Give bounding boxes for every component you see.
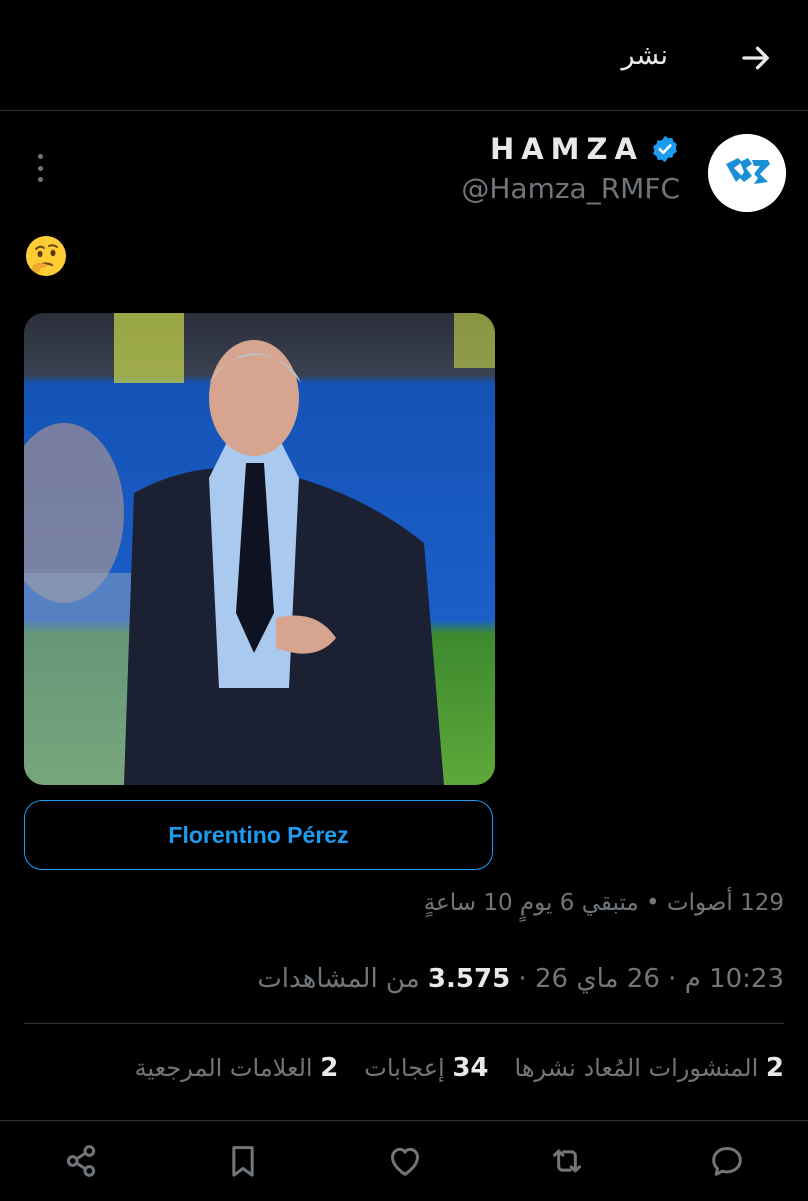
timestamp-row: 10:23 م · 26 ماي 26 · 3.575 من المشاهدات: [257, 964, 784, 994]
poll-option[interactable]: Florentino Pérez: [24, 800, 493, 870]
bookmark-icon: [232, 1146, 254, 1177]
bookmarks-count: 2: [320, 1053, 339, 1083]
top-bar: نشر: [0, 0, 808, 111]
back-button[interactable]: [732, 34, 780, 82]
thinking-face-emoji: [24, 234, 68, 278]
reposts-count: 2: [765, 1053, 784, 1083]
like-icon: [391, 1147, 419, 1176]
engagement-stats: 2 المنشورات المُعاد نشرها 34 إعجابات 2 ا…: [135, 1053, 784, 1083]
avatar[interactable]: [708, 134, 786, 212]
like-button[interactable]: [381, 1137, 429, 1185]
post-image[interactable]: [24, 313, 495, 785]
reposts-stat[interactable]: 2 المنشورات المُعاد نشرها: [515, 1053, 784, 1083]
share-icon: [66, 1145, 96, 1177]
divider: [24, 1023, 784, 1024]
reply-button[interactable]: [703, 1137, 751, 1185]
action-bar: [0, 1120, 808, 1201]
views-label: من المشاهدات: [257, 964, 420, 994]
bookmark-button[interactable]: [219, 1137, 267, 1185]
poll-option-label: Florentino Pérez: [168, 821, 349, 848]
page-title: نشر: [621, 40, 669, 71]
share-button[interactable]: [57, 1137, 105, 1185]
more-vertical-icon: [37, 154, 43, 159]
likes-stat[interactable]: 34 إعجابات: [364, 1053, 488, 1083]
more-options-button[interactable]: [26, 148, 54, 188]
repost-icon: [553, 1149, 581, 1173]
arrow-right-icon: [742, 46, 769, 70]
likes-label: إعجابات: [364, 1054, 445, 1082]
views-count: 3.575: [427, 964, 511, 994]
avatar-logo: [708, 134, 786, 212]
likes-count: 34: [452, 1053, 489, 1083]
author-name-row[interactable]: HAMZA: [490, 132, 680, 166]
repost-button[interactable]: [543, 1137, 591, 1185]
poll-meta: 129 أصوات • متبقي 6 يومٍ 10 ساعةٍ: [423, 890, 784, 916]
post-time[interactable]: 10:23 م: [685, 964, 784, 994]
reposts-label: المنشورات المُعاد نشرها: [514, 1054, 759, 1082]
post-date[interactable]: 26 ماي 26: [535, 964, 660, 994]
verified-badge-icon: [650, 134, 680, 164]
author-name: HAMZA: [489, 132, 644, 166]
reply-icon: [712, 1147, 742, 1176]
bookmarks-label: العلامات المرجعية: [134, 1054, 313, 1082]
author-handle[interactable]: @Hamza_RMFC: [461, 172, 680, 205]
bookmarks-stat[interactable]: 2 العلامات المرجعية: [135, 1053, 339, 1083]
